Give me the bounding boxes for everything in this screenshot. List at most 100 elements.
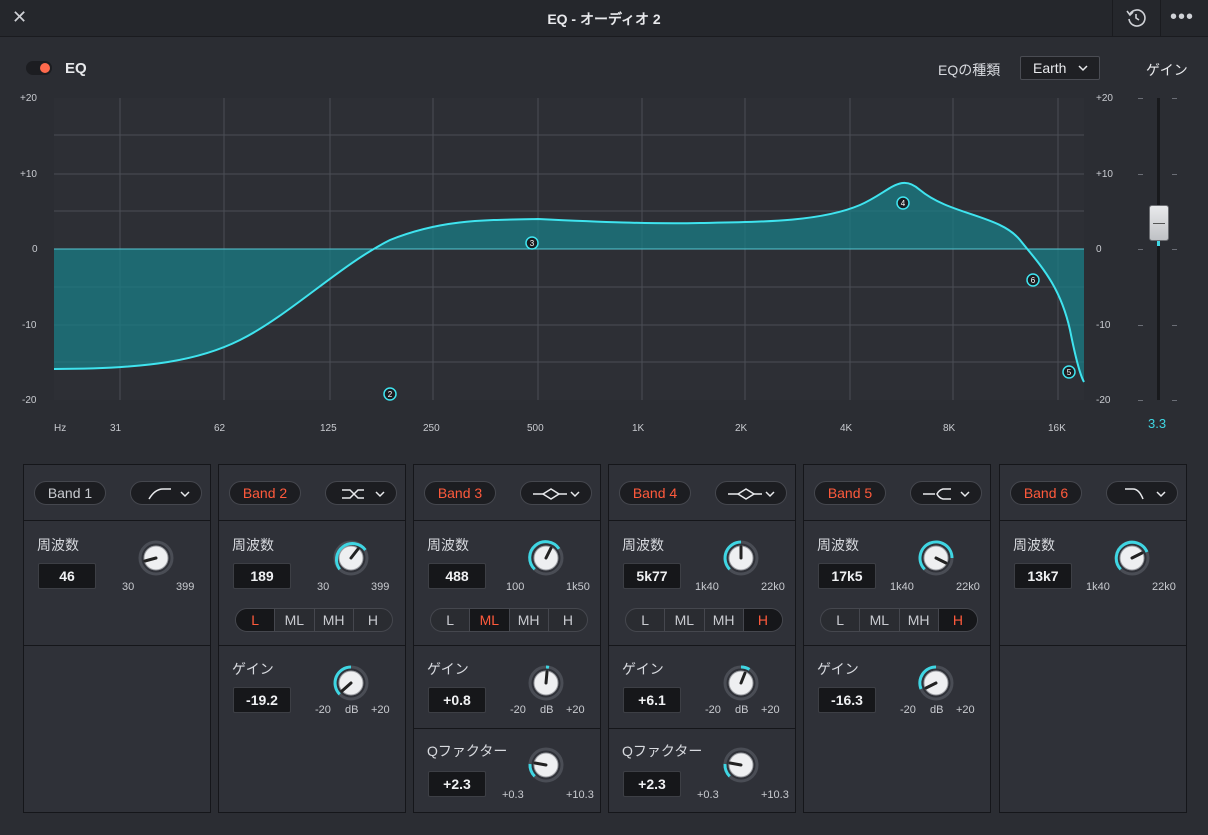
freq-max: 1k50 [566,581,590,593]
band-marker-4[interactable]: 4 [896,196,910,210]
gain-fader-handle[interactable] [1149,205,1169,241]
band-5-gain-section: ゲイン -16.3 -20 dB +20 [804,645,990,813]
more-options-icon[interactable]: ••• [1170,6,1194,29]
band-6-panel: Band 6 周波数 13k7 1k40 22k0 [999,464,1187,813]
fader-tick [1138,249,1143,250]
band-6-freq-value[interactable]: 13k7 [1014,563,1072,589]
band-2-freq-knob[interactable] [329,536,373,580]
range-h[interactable]: H [354,609,392,631]
band-3-gain-value[interactable]: +0.8 [428,687,486,713]
band-5-toggle[interactable]: Band 5 [814,481,886,505]
eq-type-dropdown[interactable]: Earth [1020,56,1100,80]
band-4-freq-knob[interactable] [719,536,763,580]
range-mh[interactable]: MH [900,609,939,631]
band-3-freq-section: 周波数 488 100 1k50 L ML MH H [414,520,600,646]
band-4-shape-dropdown[interactable] [715,481,787,505]
band-3-freq-value[interactable]: 488 [428,563,486,589]
band-4-q-knob[interactable] [719,743,763,787]
x-label: 2K [735,423,748,434]
band-5-gain-value[interactable]: -16.3 [818,687,876,713]
bell-icon [533,488,580,500]
band-5-freq-knob[interactable] [914,536,958,580]
range-ml[interactable]: ML [665,609,705,631]
range-ml[interactable]: ML [860,609,900,631]
fader-tick [1138,174,1143,175]
gain-label: ゲイン [427,661,469,677]
q-max: +10.3 [566,789,594,801]
range-h[interactable]: H [743,609,782,631]
marker-label: 4 [901,199,906,208]
band-1-toggle[interactable]: Band 1 [34,481,106,505]
marker-label: 2 [388,390,393,399]
range-l[interactable]: L [821,609,861,631]
toggle-dot [40,63,50,73]
band-6-freq-knob[interactable] [1110,536,1154,580]
band-2-freq-value[interactable]: 189 [233,563,291,589]
band-4-gain-value[interactable]: +6.1 [623,687,681,713]
band-1-freq-section: 周波数 46 30 399 [24,520,210,646]
range-mh[interactable]: MH [705,609,744,631]
gain-title: ゲイン [1146,62,1188,78]
band-3-shape-dropdown[interactable] [520,481,592,505]
eq-graph[interactable]: +20 +10 0 -10 -20 +20 +10 0 -10 -20 Hz 3… [0,90,1208,440]
band-6-shape-dropdown[interactable] [1106,481,1178,505]
range-mh[interactable]: MH [315,609,354,631]
band-4-gain-section: ゲイン +6.1 -20 dB +20 [609,645,795,729]
band-3-gain-knob[interactable] [524,661,568,705]
band-3-q-knob[interactable] [524,743,568,787]
band-2-toggle[interactable]: Band 2 [229,481,301,505]
band-2-gain-value[interactable]: -19.2 [233,687,291,713]
band-marker-6[interactable]: 6 [1026,273,1040,287]
range-h[interactable]: H [938,609,977,631]
gain-min: -20 [510,704,526,716]
x-label: 250 [423,423,440,434]
range-l[interactable]: L [431,609,471,631]
fader-tick [1138,325,1143,326]
y-label: +20 [20,93,37,104]
gain-max: +20 [566,704,585,716]
freq-label: 周波数 [622,537,664,553]
range-ml[interactable]: ML [275,609,315,631]
band-2-shape-dropdown[interactable] [325,481,397,505]
gain-fader-track[interactable] [1157,98,1160,400]
band-5-shape-dropdown[interactable] [910,481,982,505]
q-min: +0.3 [697,789,719,801]
fader-tick [1172,174,1177,175]
range-mh[interactable]: MH [510,609,549,631]
fader-tick [1138,98,1143,99]
gain-value: 3.3 [1148,416,1167,431]
freq-label: 周波数 [427,537,469,553]
chevron-down-icon [1078,65,1088,72]
band-2-gain-knob[interactable] [329,661,373,705]
x-label: 4K [840,423,853,434]
band-4-q-value[interactable]: +2.3 [623,771,681,797]
band-marker-2[interactable]: 2 [383,387,397,401]
band-5-freq-value[interactable]: 17k5 [818,563,876,589]
band-marker-5[interactable]: 5 [1062,365,1076,379]
band-5-gain-knob[interactable] [914,661,958,705]
band-6-toggle[interactable]: Band 6 [1010,481,1082,505]
gain-max: +20 [761,704,780,716]
reset-icon[interactable] [1124,6,1148,30]
band-3-toggle[interactable]: Band 3 [424,481,496,505]
band-4-freq-value[interactable]: 5k77 [623,563,681,589]
band-3-freq-knob[interactable] [524,536,568,580]
band-1-freq-knob[interactable] [134,536,178,580]
q-label: Qファクター [427,743,508,759]
band-4-toggle[interactable]: Band 4 [619,481,691,505]
low-shelf-icon [342,489,385,499]
band-4-gain-knob[interactable] [719,661,763,705]
band-1-shape-dropdown[interactable] [130,481,202,505]
band-3-q-value[interactable]: +2.3 [428,771,486,797]
range-ml[interactable]: ML [470,609,510,631]
band-1-freq-value[interactable]: 46 [38,563,96,589]
range-h[interactable]: H [549,609,587,631]
band-marker-3[interactable]: 3 [525,236,539,250]
y-label: -10 [22,320,37,331]
x-label: 1K [632,423,645,434]
range-l[interactable]: L [626,609,666,631]
range-l[interactable]: L [236,609,276,631]
y-label: -20 [22,395,37,406]
y-label: +10 [20,169,37,180]
eq-enable-toggle[interactable] [26,61,52,75]
